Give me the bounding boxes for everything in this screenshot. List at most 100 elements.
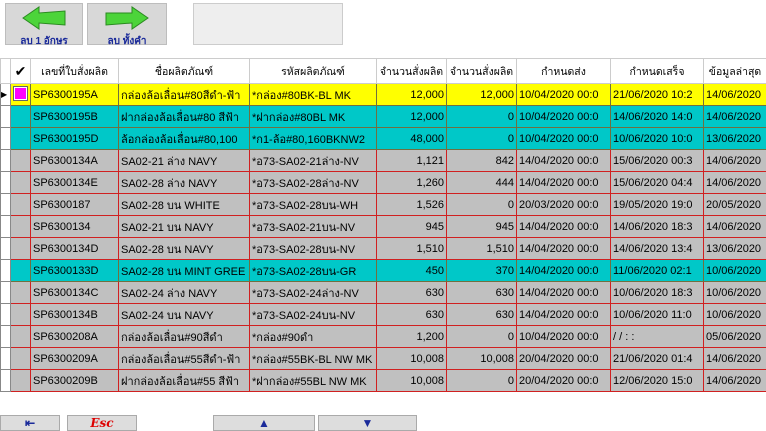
row-selector[interactable] <box>0 259 11 282</box>
table-row[interactable]: SP6300187 SA02-28 บน WHITE *อ73-SA02-28บน-… <box>0 193 766 216</box>
row-checkbox[interactable] <box>10 259 31 282</box>
cell-due: 10/04/2020 00:0 <box>516 105 611 128</box>
table-row[interactable]: ▶ SP6300195A กล่องล้อเลื่อน#80สีดำ-ฟ้า *กล่… <box>0 83 766 106</box>
cell-qty1: 1,200 <box>376 325 447 348</box>
cell-qty1: 1,526 <box>376 193 447 216</box>
cell-code: *อ73-SA02-28บน-WH <box>249 193 377 216</box>
row-checkbox[interactable] <box>10 215 31 238</box>
cell-last: 14/06/2020 <box>703 215 766 238</box>
column-header[interactable]: ชื่อผลิตภัณฑ์ <box>118 58 250 84</box>
cell-code: *กล่อง#90ดำ <box>249 325 377 348</box>
row-checkbox[interactable] <box>10 171 31 194</box>
cell-due: 10/04/2020 00:0 <box>516 325 611 348</box>
cell-done: 10/06/2020 10:0 <box>610 127 704 150</box>
row-selector[interactable] <box>0 149 11 172</box>
cell-code: *อ73-SA02-24บน-NV <box>249 303 377 326</box>
cell-qty2: 945 <box>446 215 517 238</box>
row-checkbox[interactable] <box>10 281 31 304</box>
first-button[interactable]: ⇤ <box>0 415 60 431</box>
row-selector[interactable] <box>0 303 11 326</box>
table-row[interactable]: SP6300133D SA02-28 บน MINT GREE *อ73-SA02-… <box>0 259 766 282</box>
cell-name: ฝากล่องล้อเลื่อน#80 สีฟ้า <box>118 105 250 128</box>
cell-name: ล้อกล่องล้อเลื่อน#80,100 <box>118 127 250 150</box>
row-checkbox[interactable] <box>10 237 31 260</box>
table-row[interactable]: SP6300134E SA02-28 ล่าง NAVY *อ73-SA02-28ล… <box>0 171 766 194</box>
table-row[interactable]: SP6300209A กล่องล้อเลื่อน#55สีดำ-ฟ้า *กล่อ… <box>0 347 766 370</box>
column-header[interactable]: ข้อมูลล่าสุด <box>703 58 766 84</box>
row-selector[interactable] <box>0 369 11 392</box>
column-header[interactable]: จำนวนสั่งผลิต <box>446 58 517 84</box>
table-row[interactable]: SP6300134B SA02-24 บน NAVY *อ73-SA02-24บน-… <box>0 303 766 326</box>
cell-last: 10/06/2020 <box>703 259 766 282</box>
row-checkbox[interactable] <box>10 105 31 128</box>
row-selector[interactable] <box>0 325 11 348</box>
row-selector[interactable] <box>0 215 11 238</box>
table-row[interactable]: SP6300195B ฝากล่องล้อเลื่อน#80 สีฟ้า *ฝากล… <box>0 105 766 128</box>
row-checkbox[interactable] <box>10 369 31 392</box>
delete-all-button[interactable]: ลบ ทั้งคำ <box>87 3 167 47</box>
cell-order: SP6300134A <box>30 149 119 172</box>
delete-one-char-button[interactable]: ลบ 1 อักษร <box>5 3 83 47</box>
table-row[interactable]: SP6300195D ล้อกล่องล้อเลื่อน#80,100 *ก1-ล้… <box>0 127 766 150</box>
column-header[interactable]: กำหนดเสร็จ <box>610 58 704 84</box>
cell-done: 12/06/2020 15:0 <box>610 369 704 392</box>
cell-done: 14/06/2020 14:0 <box>610 105 704 128</box>
down-icon: ▼ <box>361 416 374 430</box>
row-checkbox[interactable] <box>10 149 31 172</box>
column-header[interactable]: เลขที่ใบสั่งผลิต <box>30 58 119 84</box>
column-header[interactable]: กำหนดส่ง <box>516 58 611 84</box>
table-row[interactable]: SP6300209B ฝากล่องล้อเลื่อน#55 สีฟ้า *ฝากล… <box>0 369 766 392</box>
next-button[interactable]: ▼ <box>318 415 417 431</box>
cell-qty2: 0 <box>446 325 517 348</box>
row-selector[interactable] <box>0 281 11 304</box>
column-header[interactable]: ✔ <box>10 58 31 84</box>
row-checkbox[interactable] <box>10 303 31 326</box>
cell-qty2: 0 <box>446 105 517 128</box>
row-selector[interactable] <box>0 171 11 194</box>
cell-qty2: 12,000 <box>446 83 517 106</box>
cell-due: 20/03/2020 00:0 <box>516 193 611 216</box>
cell-done: / / : : <box>610 325 704 348</box>
table-row[interactable]: SP6300134A SA02-21 ล่าง NAVY *อ73-SA02-21ล… <box>0 149 766 172</box>
row-selector[interactable]: ▶ <box>0 83 11 106</box>
cell-name: SA02-28 บน MINT GREE <box>118 259 250 282</box>
cell-done: 14/06/2020 13:4 <box>610 237 704 260</box>
current-row-icon: ▶ <box>1 90 8 99</box>
row-checkbox[interactable] <box>10 193 31 216</box>
row-selector[interactable] <box>0 127 11 150</box>
cell-qty1: 12,000 <box>376 105 447 128</box>
table-row[interactable]: SP6300134D SA02-28 บน NAVY *อ73-SA02-28บน-… <box>0 237 766 260</box>
prev-button[interactable]: ▲ <box>213 415 315 431</box>
cell-due: 14/04/2020 00:0 <box>516 215 611 238</box>
row-selector[interactable] <box>0 347 11 370</box>
cell-qty1: 450 <box>376 259 447 282</box>
row-checkbox[interactable] <box>10 347 31 370</box>
column-header[interactable]: รหัสผลิตภัณฑ์ <box>249 58 377 84</box>
cell-code: *อ73-SA02-28ล่าง-NV <box>249 171 377 194</box>
table-row[interactable]: SP6300134C SA02-24 ล่าง NAVY *อ73-SA02-24ล… <box>0 281 766 304</box>
row-selector[interactable] <box>0 237 11 260</box>
esc-button[interactable]: Esc <box>67 415 137 431</box>
cell-done: 21/06/2020 10:2 <box>610 83 704 106</box>
cell-qty2: 630 <box>446 303 517 326</box>
row-checkbox[interactable] <box>10 83 31 106</box>
row-selector[interactable] <box>0 193 11 216</box>
cell-qty2: 630 <box>446 281 517 304</box>
column-header[interactable]: จำนวนสั่งผลิต <box>376 58 447 84</box>
cell-done: 19/05/2020 19:0 <box>610 193 704 216</box>
cell-qty2: 10,008 <box>446 347 517 370</box>
row-checkbox[interactable] <box>10 127 31 150</box>
row-selector[interactable] <box>0 105 11 128</box>
cell-done: 15/06/2020 00:3 <box>610 149 704 172</box>
cell-done: 10/06/2020 11:0 <box>610 303 704 326</box>
cell-done: 21/06/2020 01:4 <box>610 347 704 370</box>
table-row[interactable]: SP6300208A กล่องล้อเลื่อน#90สีดำ *กล่อง#90… <box>0 325 766 348</box>
cell-due: 20/04/2020 00:0 <box>516 347 611 370</box>
cell-name: SA02-21 บน NAVY <box>118 215 250 238</box>
search-input[interactable] <box>193 3 343 45</box>
cell-due: 14/04/2020 00:0 <box>516 149 611 172</box>
cell-last: 14/06/2020 <box>703 347 766 370</box>
table-row[interactable]: SP6300134 SA02-21 บน NAVY *อ73-SA02-21บน-N… <box>0 215 766 238</box>
row-checkbox[interactable] <box>10 325 31 348</box>
cell-last: 10/06/2020 <box>703 281 766 304</box>
